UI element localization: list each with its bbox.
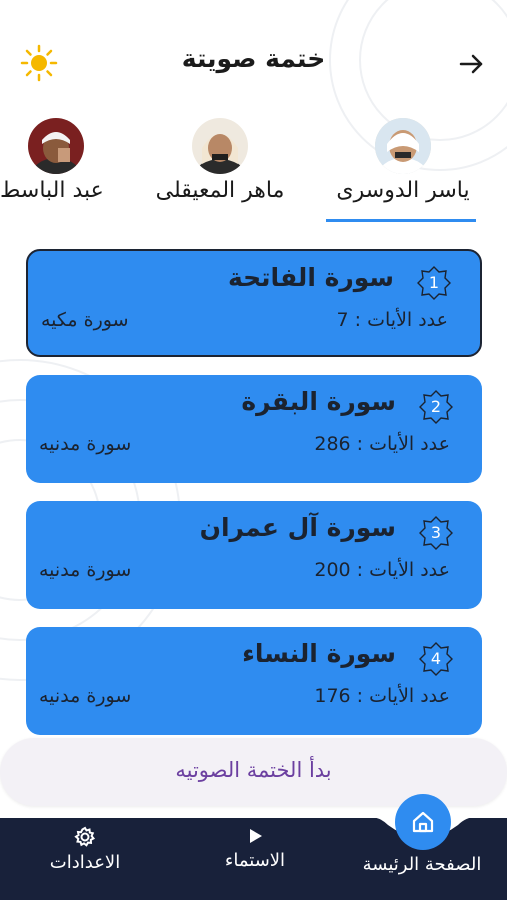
nav-label-settings: الاعدادات [49,852,121,873]
nav-label-listen: الاستماء [224,850,286,871]
reciter-name: عبد الباسط [0,178,104,203]
surah-name: سورة آل عمران [199,513,396,542]
surah-type: سورة مكيه [41,309,129,331]
surah-name: سورة النساء [242,639,396,668]
home-button[interactable] [395,794,451,850]
reciter-name: ياسر الدوسرى [336,178,470,203]
back-arrow-icon[interactable] [457,50,485,78]
surah-number: 3 [430,523,442,542]
ayat-count: عدد الأيات : 286 [314,433,450,455]
ayat-count: عدد الأيات : 200 [314,559,450,581]
nav-item-home[interactable]: الصفحة الرئيسة [352,854,492,875]
reciter-yasser[interactable]: ياسر الدوسرى [330,118,476,203]
surah-number: 2 [430,397,442,416]
surah-card[interactable]: 1 سورة الفاتحة عدد الأيات : 7 سورة مكيه [26,249,482,357]
avatar [375,118,431,174]
avatar [192,118,248,174]
surah-card[interactable]: 3 سورة آل عمران عدد الأيات : 200 سورة مد… [26,501,482,609]
ayat-count: عدد الأيات : 7 [336,309,448,331]
header: ختمة صويتة [0,0,507,120]
home-icon [412,811,434,833]
ayat-count: عدد الأيات : 176 [314,685,450,707]
nav-item-listen[interactable]: الاستماء [208,826,302,871]
play-icon [250,829,262,843]
surah-type: سورة مدنيه [39,559,132,581]
reciter-maher[interactable]: ماهر المعيقلى [140,118,300,203]
reciter-name: ماهر المعيقلى [155,178,285,203]
surah-number: 4 [430,649,442,668]
avatar [28,118,84,174]
surah-name: سورة الفاتحة [227,263,394,292]
gear-icon [74,826,96,847]
surah-card[interactable]: 2 سورة البقرة عدد الأيات : 286 سورة مدني… [26,375,482,483]
surah-name: سورة البقرة [241,387,396,416]
start-button-label: بدأ الختمة الصوتيه [175,758,332,782]
surah-number: 1 [428,273,440,292]
surah-type: سورة مدنيه [39,433,132,455]
page-title: ختمة صويتة [181,44,326,73]
surah-type: سورة مدنيه [39,685,132,707]
nav-item-settings[interactable]: الاعدادات [40,826,130,873]
reciter-abdulbasit[interactable]: عبد الباسط [0,118,112,203]
selected-reciter-indicator [326,219,476,222]
nav-label-home: الصفحة الرئيسة [362,854,482,875]
surah-card[interactable]: 4 سورة النساء عدد الأيات : 176 سورة مدني… [26,627,482,735]
